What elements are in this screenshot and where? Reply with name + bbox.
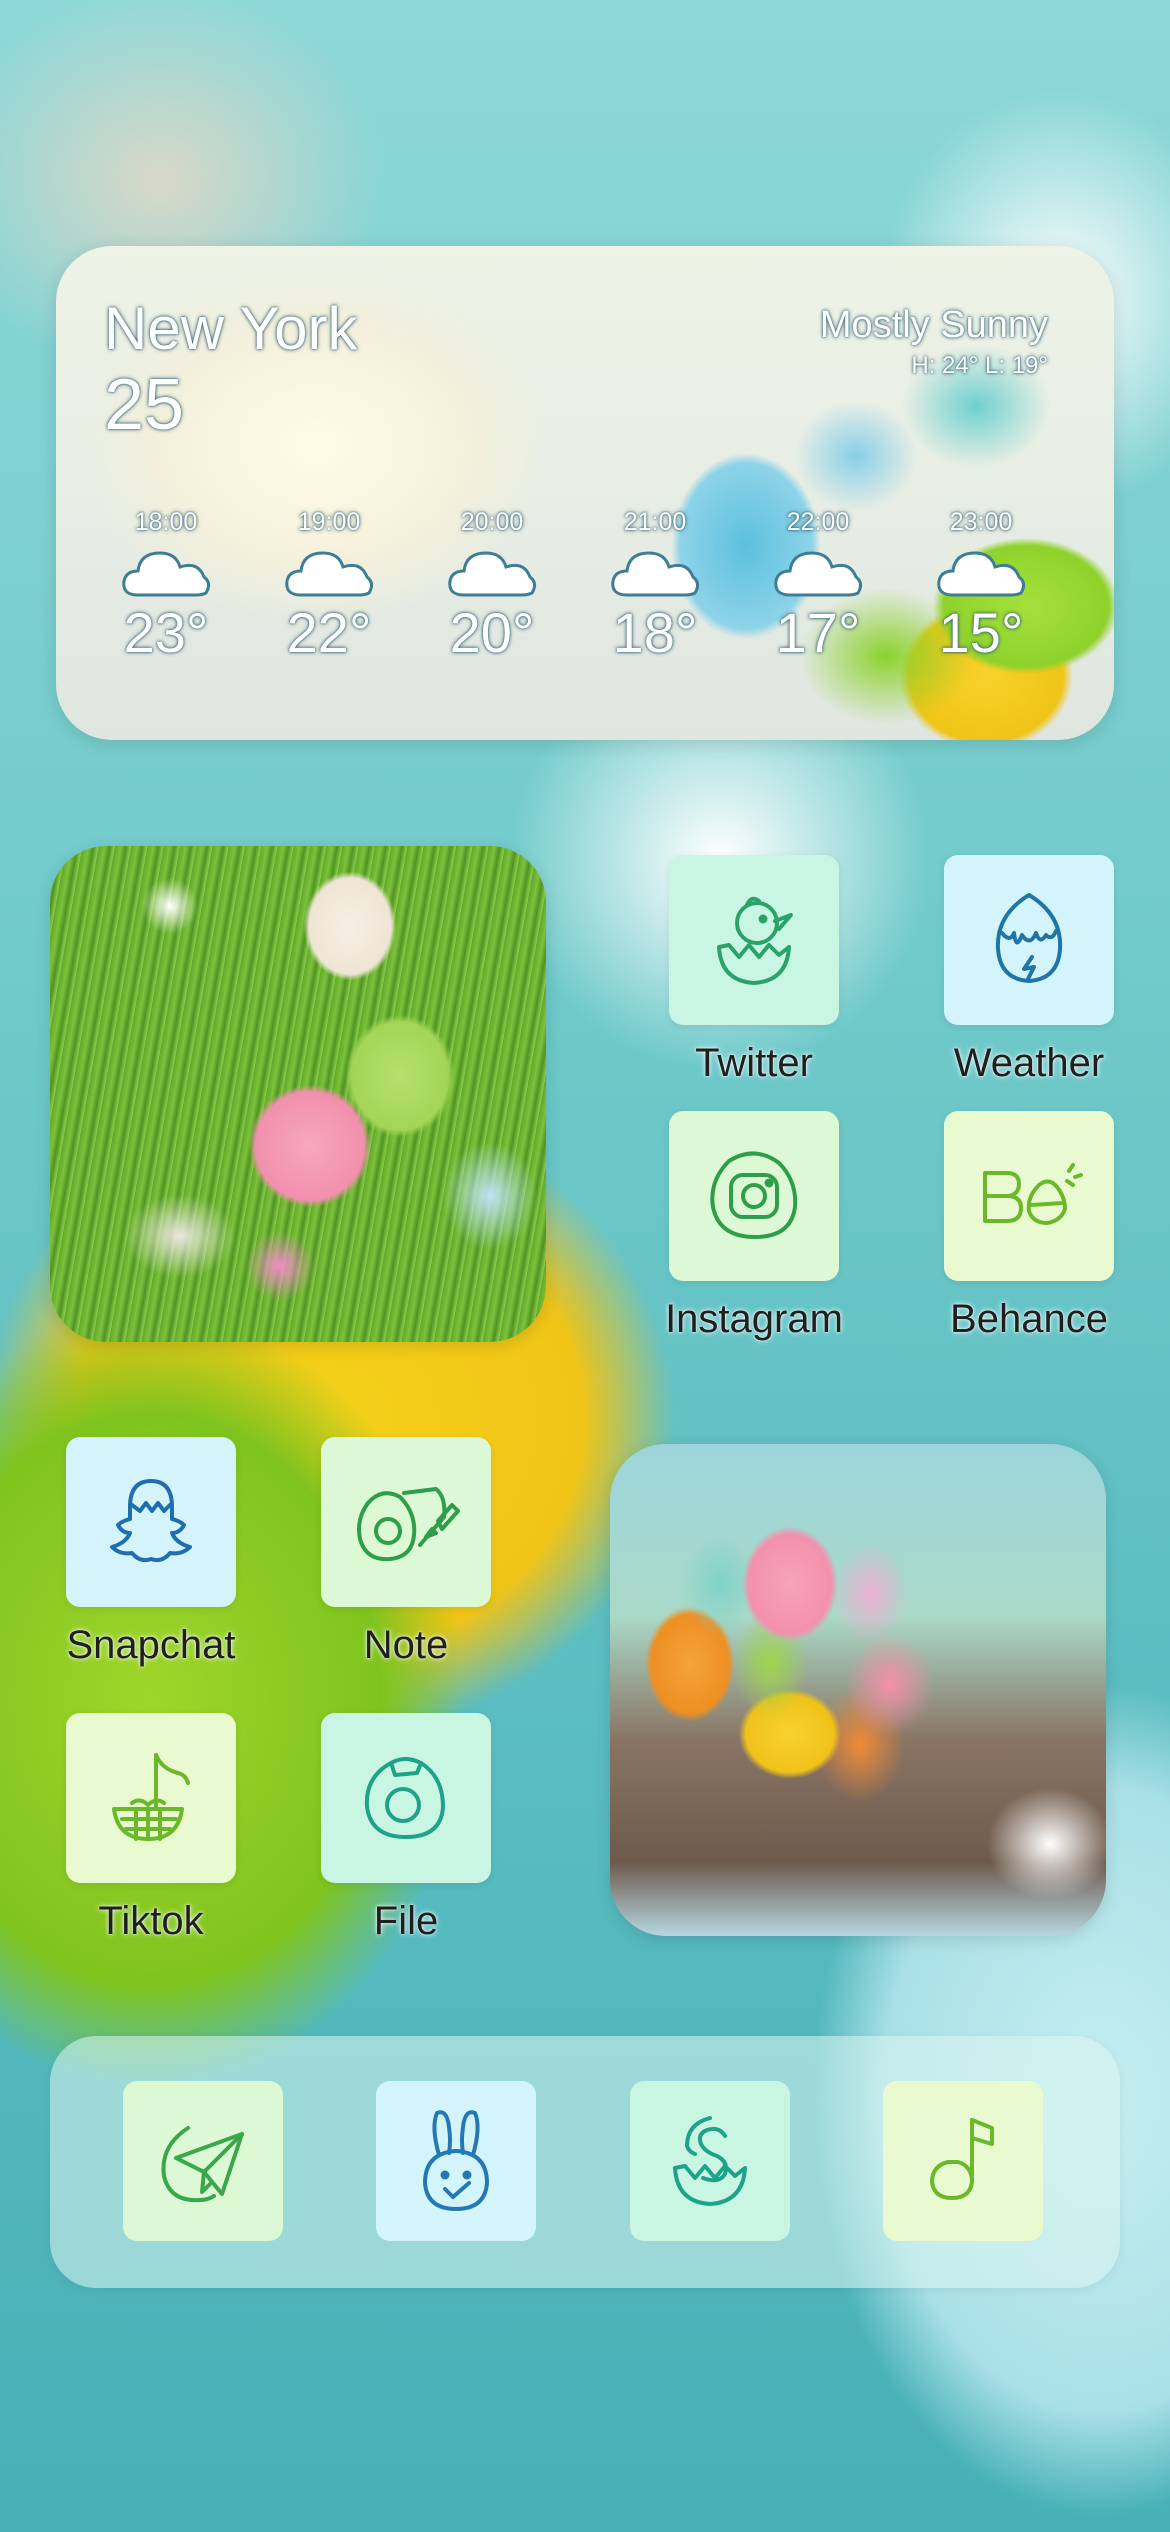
hour-time: 20:00 [460,508,524,536]
egg-s-icon [673,2116,747,2206]
app-behance[interactable]: Behance [944,1111,1114,1341]
app-label: Tiktok [98,1899,204,1943]
cloud-icon [448,551,537,597]
photo-widget-easter-basket[interactable] [610,1444,1106,1936]
app-label: Instagram [665,1297,843,1341]
app-tile[interactable] [944,855,1114,1025]
dock [50,2036,1120,2288]
app-file[interactable]: File [321,1713,491,1943]
dripping-egg-icon [995,893,1063,983]
app-label: Snapchat [66,1623,236,1667]
weather-widget[interactable]: New York 25 Mostly Sunny H: 24° L: 19° 1… [56,246,1114,740]
hour-temp: 23° [123,601,209,664]
hourly-forecast-item: 19:00 22° [269,508,389,665]
hour-time: 21:00 [623,508,687,536]
behance-egg-icon [983,1163,1083,1225]
app-instagram[interactable]: Instagram [665,1111,843,1341]
hour-time: 23:00 [949,508,1013,536]
cloud-icon [611,551,700,597]
hourly-forecast-item: 18:00 23° [106,508,226,665]
app-twitter[interactable]: Twitter [669,855,839,1085]
app-note[interactable]: Note [321,1437,491,1667]
dock-app-skype[interactable] [630,2081,790,2241]
bunny-check-icon [423,2110,489,2211]
app-tile[interactable] [669,1111,839,1281]
app-label: Behance [950,1297,1108,1341]
hour-temp: 17° [775,601,861,664]
weather-condition: Mostly Sunny [819,304,1048,346]
weather-city: New York [104,295,358,362]
hourly-forecast-item: 23:00 15° [921,508,1041,665]
app-tile[interactable] [66,1713,236,1883]
cloud-icon [774,551,863,597]
hour-temp: 22° [286,601,372,664]
dock-app-bunny[interactable] [376,2081,536,2241]
hour-temp: 18° [612,601,698,664]
hour-temp: 15° [938,601,1024,664]
ghost-egg-icon [110,1479,192,1563]
hourly-forecast-item: 20:00 20° [432,508,552,665]
music-note-egg-icon [930,2118,994,2200]
music-note-basket-icon [112,1753,190,1841]
camera-egg-icon [710,1151,798,1239]
app-weather[interactable]: Weather [944,855,1114,1085]
app-tile[interactable] [669,855,839,1025]
hourly-forecast-item: 21:00 18° [595,508,715,665]
hour-time: 18:00 [134,508,198,536]
app-tile[interactable] [66,1437,236,1607]
app-tile[interactable] [321,1713,491,1883]
app-tile[interactable] [321,1437,491,1607]
hour-temp: 20° [449,601,535,664]
weather-current-temp: 25 [104,365,185,445]
app-label: Note [363,1623,449,1667]
app-label: Weather [953,1041,1105,1085]
app-tiktok[interactable]: Tiktok [66,1713,236,1943]
notebook-egg-icon [357,1487,460,1562]
photo-widget-easter-eggs-grass[interactable] [50,846,546,1342]
app-tile[interactable] [944,1111,1114,1281]
paper-plane-icon [161,2126,244,2203]
cloud-icon [285,551,374,597]
app-snapchat[interactable]: Snapchat [66,1437,236,1667]
folder-egg-icon [364,1757,445,1839]
hour-time: 22:00 [786,508,850,536]
app-label: Twitter [695,1041,813,1085]
dock-app-music[interactable] [883,2081,1043,2241]
hatching-chick-icon [717,896,793,985]
cloud-icon [937,551,1026,597]
cloud-icon [122,551,211,597]
weather-high-low: H: 24° L: 19° [911,352,1048,379]
dock-app-telegram[interactable] [123,2081,283,2241]
hourly-forecast-item: 22:00 17° [758,508,878,665]
app-label: File [373,1899,439,1943]
hour-time: 19:00 [297,508,361,536]
